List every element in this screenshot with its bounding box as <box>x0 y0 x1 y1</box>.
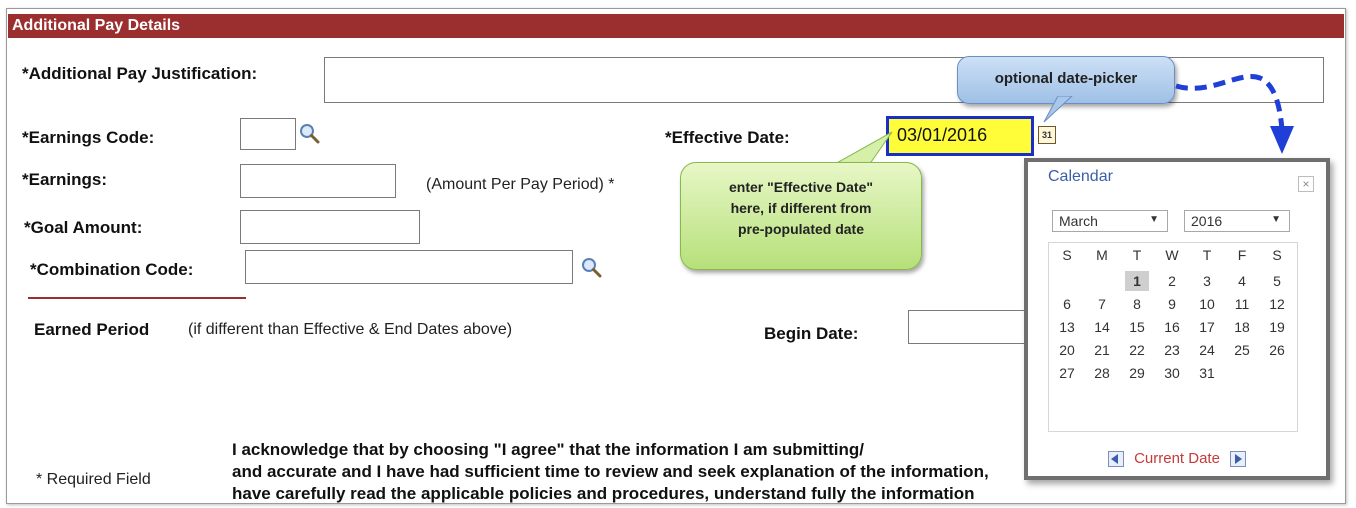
calendar-day[interactable]: 31 <box>1195 363 1219 383</box>
calendar-day[interactable]: 10 <box>1195 294 1219 314</box>
justification-label: *Additional Pay Justification: <box>22 64 258 83</box>
effective-date-value: 03/01/2016 <box>897 125 988 145</box>
calendar-day[interactable]: 25 <box>1230 340 1254 360</box>
calendar-day[interactable]: 6 <box>1055 294 1079 314</box>
calendar-day[interactable]: 7 <box>1090 294 1114 314</box>
calendar-day[interactable]: 8 <box>1125 294 1149 314</box>
calendar-day[interactable]: 26 <box>1265 340 1289 360</box>
begin-date-input[interactable] <box>908 310 1038 344</box>
section-header: Additional Pay Details <box>8 14 1344 38</box>
month-value: March <box>1059 213 1098 229</box>
calendar-day[interactable]: 9 <box>1160 294 1184 314</box>
chevron-down-icon: ▼ <box>1271 214 1281 225</box>
calendar-day[interactable]: 28 <box>1090 363 1114 383</box>
combination-code-label: *Combination Code: <box>30 260 194 279</box>
calendar-day[interactable]: 23 <box>1160 340 1184 360</box>
calendar-day[interactable]: 19 <box>1265 317 1289 337</box>
calendar-day[interactable]: 12 <box>1265 294 1289 314</box>
required-field-note: * Required Field <box>36 471 151 488</box>
calendar-day[interactable]: 30 <box>1160 363 1184 383</box>
calendar-grid: S M T W T F S 1 2 3 4 5 6 7 8 9 10 11 12 13 14 15 16 17 18 19 20 21… <box>1048 242 1298 432</box>
effective-date-callout: enter "Effective Date" here, if differen… <box>680 162 922 270</box>
earnings-code-input[interactable] <box>240 118 296 150</box>
combination-code-search-icon[interactable] <box>580 256 602 278</box>
current-date-link[interactable]: Current Date <box>1134 450 1220 467</box>
calendar-day[interactable]: 18 <box>1230 317 1254 337</box>
calendar-day[interactable]: 13 <box>1055 317 1079 337</box>
calendar-day[interactable]: 20 <box>1055 340 1079 360</box>
effective-callout-line-3: pre-populated date <box>737 221 864 237</box>
earnings-label: *Earnings: <box>22 170 108 189</box>
next-month-icon[interactable] <box>1230 451 1247 468</box>
acknowledge-text-line-2: and accurate and I have had sufficient t… <box>232 462 989 481</box>
calendar-day[interactable]: 29 <box>1125 363 1149 383</box>
day-header: T <box>1132 247 1142 263</box>
calendar-day[interactable]: 22 <box>1125 340 1149 360</box>
day-header: S <box>1062 247 1072 263</box>
day-header: F <box>1237 247 1247 263</box>
section-divider <box>28 297 246 299</box>
close-icon[interactable]: × <box>1298 176 1314 192</box>
calendar-day[interactable]: 21 <box>1090 340 1114 360</box>
day-header: T <box>1202 247 1212 263</box>
year-select[interactable]: 2016 ▼ <box>1184 210 1290 232</box>
combination-code-input[interactable] <box>245 250 573 284</box>
calendar-day[interactable]: 16 <box>1160 317 1184 337</box>
earned-period-note: (if different than Effective & End Dates… <box>188 321 513 338</box>
effective-callout-line-1: enter "Effective Date" <box>729 179 873 195</box>
calendar-day[interactable]: 11 <box>1230 294 1254 314</box>
acknowledge-text-line-3: have carefully read the applicable polic… <box>232 484 975 503</box>
calendar-day[interactable]: 27 <box>1055 363 1079 383</box>
goal-amount-label: *Goal Amount: <box>24 218 143 237</box>
previous-month-icon[interactable] <box>1107 451 1124 468</box>
effective-date-label: *Effective Date: <box>665 128 790 147</box>
earnings-code-search-icon[interactable] <box>298 122 320 144</box>
year-value: 2016 <box>1191 213 1223 229</box>
calendar-title: Calendar <box>1048 168 1113 185</box>
earned-period-label: Earned Period <box>34 320 150 339</box>
day-header: M <box>1096 247 1108 263</box>
calendar-day[interactable]: 3 <box>1195 271 1219 291</box>
month-select[interactable]: March ▼ <box>1052 210 1168 232</box>
calendar-day[interactable]: 2 <box>1160 271 1184 291</box>
amount-note: (Amount Per Pay Period) * <box>426 176 615 193</box>
calendar-day[interactable]: 4 <box>1230 271 1254 291</box>
calendar-icon[interactable]: 31 <box>1038 126 1056 144</box>
acknowledge-text-line-1: I acknowledge that by choosing "I agree"… <box>232 440 864 459</box>
effective-callout-line-2: here, if different from <box>730 200 872 216</box>
date-picker-callout-text: optional date-picker <box>994 70 1138 87</box>
earnings-code-label: *Earnings Code: <box>22 128 155 147</box>
calendar-day[interactable]: 14 <box>1090 317 1114 337</box>
day-header: S <box>1272 247 1282 263</box>
calendar-day[interactable]: 5 <box>1265 271 1289 291</box>
calendar-day[interactable]: 15 <box>1125 317 1149 337</box>
calendar-day[interactable]: 24 <box>1195 340 1219 360</box>
goal-amount-input[interactable] <box>240 210 420 244</box>
day-header: W <box>1165 247 1179 263</box>
date-picker-callout-pointer <box>1043 96 1073 123</box>
effective-date-input[interactable]: 03/01/2016 <box>886 116 1034 156</box>
dashed-arrow-icon <box>1175 74 1294 154</box>
calendar-popup: Calendar × March ▼ 2016 ▼ SMTWTFS1234567… <box>1024 158 1330 480</box>
chevron-down-icon: ▼ <box>1149 214 1159 225</box>
section-title: Additional Pay Details <box>12 17 181 34</box>
calendar-day[interactable]: 17 <box>1195 317 1219 337</box>
begin-date-label: Begin Date: <box>764 324 859 343</box>
earnings-input[interactable] <box>240 164 396 198</box>
current-date-nav: Current Date <box>1028 450 1326 468</box>
calendar-day[interactable]: 1 <box>1125 271 1149 291</box>
